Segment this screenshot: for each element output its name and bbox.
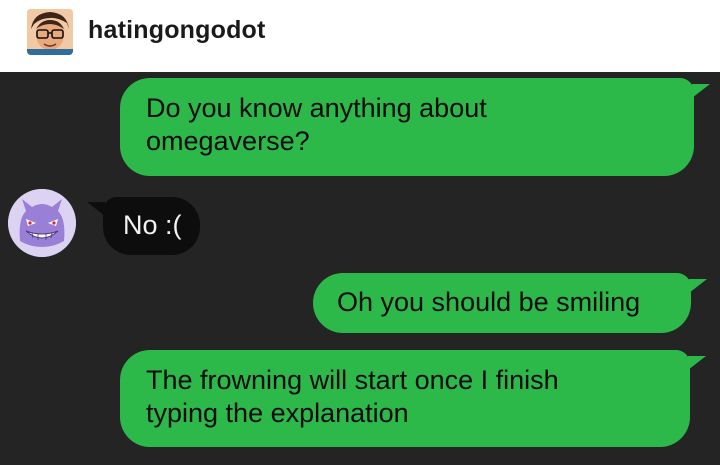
- message-text: Oh you should be smiling: [337, 287, 641, 317]
- contact-avatar-icon[interactable]: [8, 189, 76, 257]
- username[interactable]: hatingongodot: [88, 16, 266, 45]
- chat-thread[interactable]: Do you know anything about omegaverse? N…: [0, 72, 720, 465]
- message-text: The frowning will start once I finish: [146, 365, 559, 395]
- message-bubble-outgoing[interactable]: Do you know anything about omegaverse?: [120, 78, 694, 176]
- bubble-tail: [692, 84, 710, 98]
- user-avatar-icon[interactable]: [27, 9, 73, 55]
- message-text: Do you know anything about: [146, 93, 487, 123]
- message-bubble-incoming[interactable]: No :(: [103, 197, 200, 255]
- message-text: No :(: [123, 210, 182, 240]
- post-header: hatingongodot: [0, 0, 720, 72]
- message-bubble-outgoing[interactable]: Oh you should be smiling: [313, 273, 691, 333]
- bubble-tail: [688, 356, 706, 370]
- message-bubble-outgoing[interactable]: The frowning will start once I finish ty…: [120, 350, 690, 447]
- message-text: typing the explanation: [146, 398, 409, 428]
- bubble-tail: [689, 279, 707, 293]
- message-text: omegaverse?: [146, 126, 310, 156]
